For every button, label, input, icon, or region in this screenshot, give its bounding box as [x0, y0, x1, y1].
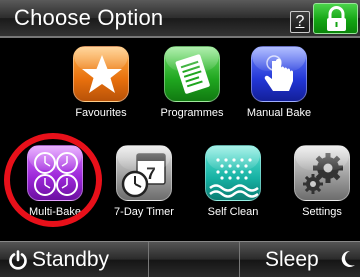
- tile-7-day-timer[interactable]: 7 7-Day Timer: [101, 145, 187, 229]
- footer-blank-button[interactable]: [149, 242, 240, 277]
- tile-label: Manual Bake: [246, 107, 312, 119]
- tile-label: Favourites: [75, 107, 127, 119]
- standby-button[interactable]: Standby: [0, 242, 149, 277]
- header-bar: Choose Option ?: [0, 0, 360, 38]
- svg-text:7: 7: [146, 164, 155, 183]
- power-icon: [9, 250, 27, 270]
- standby-label: Standby: [32, 248, 110, 271]
- tile-manual-bake[interactable]: Manual Bake: [236, 46, 322, 130]
- help-button[interactable]: ?: [290, 11, 310, 33]
- star-icon: [73, 46, 129, 102]
- tile-label: Self Clean: [207, 206, 259, 218]
- sleep-button[interactable]: Sleep: [240, 242, 360, 277]
- tile-label: Programmes: [160, 107, 224, 119]
- gears-icon: [294, 145, 350, 201]
- calendar-clock-icon: 7: [116, 145, 172, 201]
- lock-button[interactable]: [313, 3, 358, 34]
- page-title: Choose Option: [14, 5, 164, 30]
- lock-icon: [327, 6, 346, 31]
- sleep-label: Sleep: [265, 248, 319, 271]
- tile-label: Settings: [302, 206, 342, 218]
- footer-bar: Standby Sleep: [0, 241, 360, 277]
- tile-label: 7-Day Timer: [114, 206, 174, 218]
- tile-settings[interactable]: Settings: [279, 145, 360, 229]
- tile-programmes[interactable]: Programmes: [149, 46, 235, 130]
- water-spray-icon: [205, 145, 261, 201]
- document-icon: [164, 46, 220, 102]
- tile-favourites[interactable]: Favourites: [58, 46, 144, 130]
- hand-pointer-icon: [251, 46, 307, 102]
- highlight-circle: [4, 133, 102, 227]
- moon-icon: [341, 250, 355, 267]
- tile-self-clean[interactable]: Self Clean: [190, 145, 276, 229]
